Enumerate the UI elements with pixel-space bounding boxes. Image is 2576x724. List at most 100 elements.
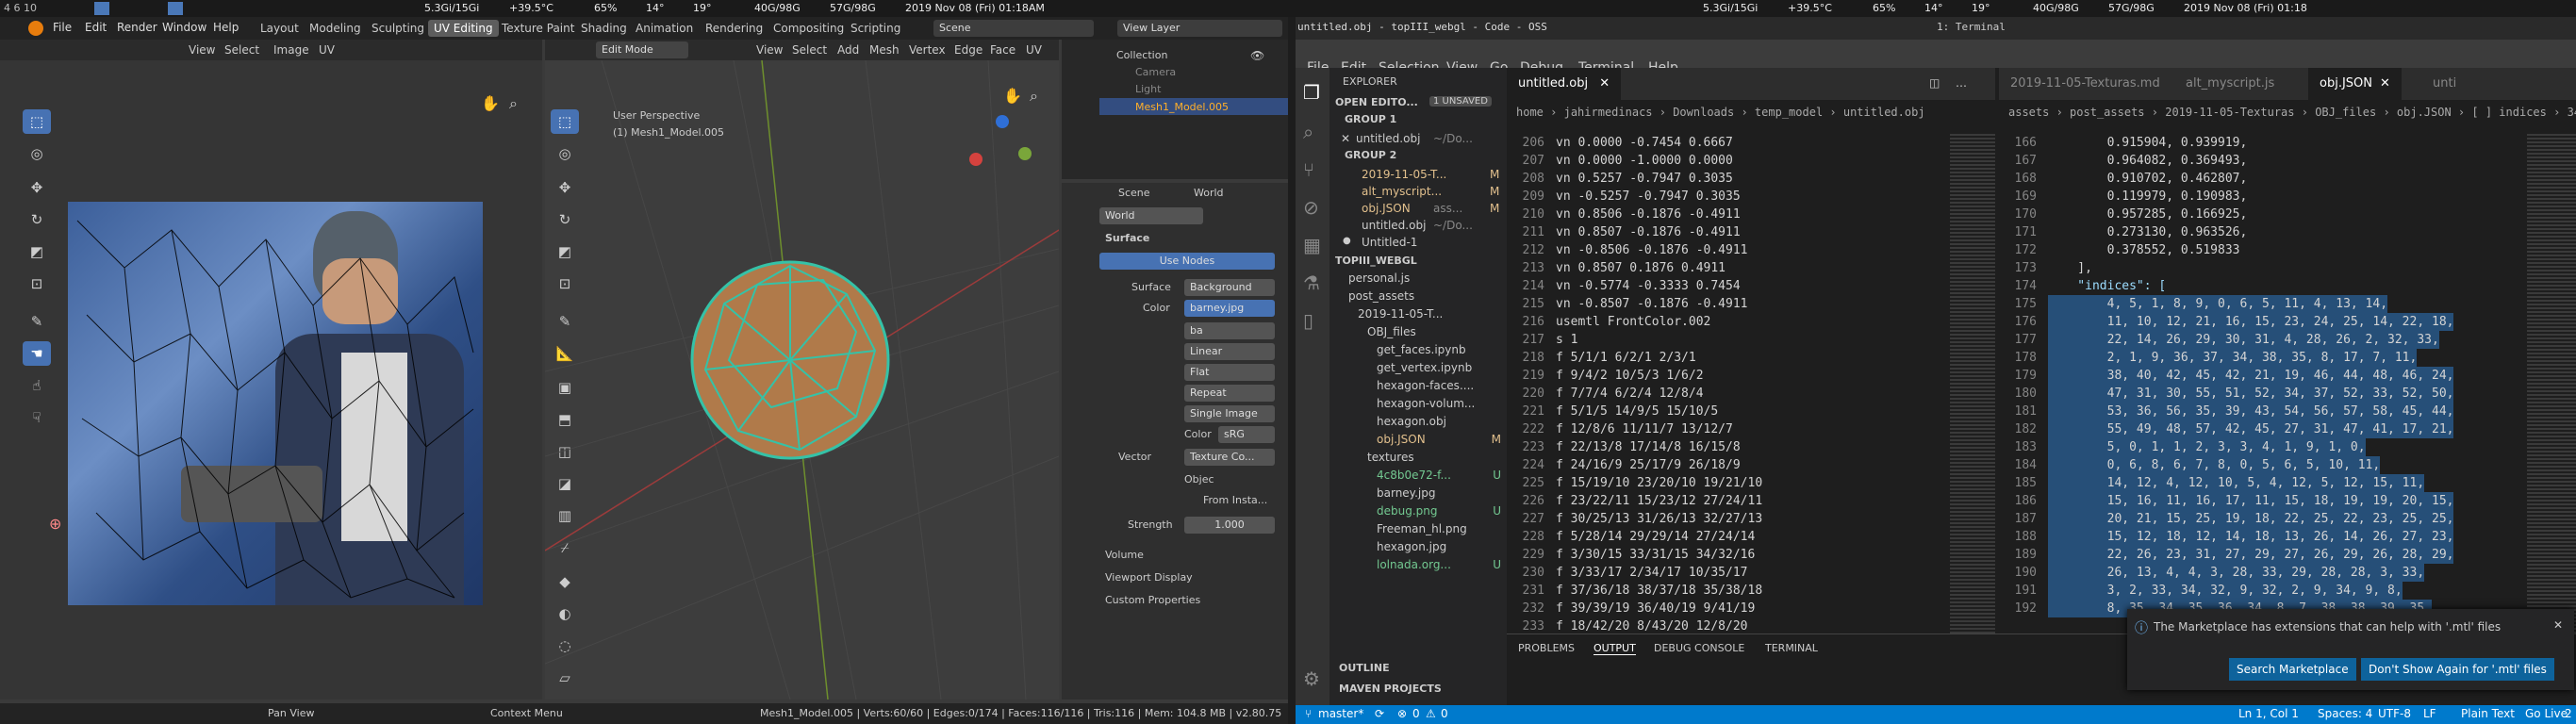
minimap-left[interactable] (1950, 134, 1995, 634)
code-line[interactable]: "indices": [ (2048, 277, 2166, 295)
file-tree-item[interactable]: post_assets (1348, 289, 1507, 303)
viewport-menu-edge[interactable]: Edge (954, 43, 983, 57)
file-tree-item[interactable]: obj.JSON M (1377, 433, 1507, 446)
tab-sculpting[interactable]: Sculpting (366, 20, 430, 37)
viewport-display-panel-header[interactable]: Viewport Display (1105, 571, 1193, 584)
sync-icon[interactable]: ⟳ (1375, 707, 1384, 720)
tab-texture-paint[interactable]: Texture Paint (496, 20, 580, 37)
2d-cursor-icon[interactable]: ⊕ (49, 515, 61, 533)
warning-icon[interactable]: ⚠ (1426, 707, 1436, 720)
pinch-tool-icon[interactable]: ☝ (23, 373, 51, 398)
outliner-item-light[interactable]: Light (1135, 83, 1161, 95)
code-line[interactable]: 0.915904, 0.939919, (2048, 134, 2248, 152)
git-branch[interactable]: master* (1318, 707, 1363, 720)
code-line[interactable]: f 23/22/11 15/23/12 27/24/11 (1556, 492, 1762, 510)
file-tree-item[interactable]: 2019-11-05-T... (1358, 307, 1507, 321)
source-control-icon[interactable]: ⑂ (1303, 158, 1314, 181)
mode-selector[interactable]: Edit Mode (596, 41, 688, 58)
code-line[interactable]: f 24/16/9 25/17/9 26/18/9 (1556, 456, 1741, 474)
move-tool-icon[interactable]: ✥ (23, 175, 51, 200)
custom-properties-panel-header[interactable]: Custom Properties (1105, 594, 1200, 606)
code-line[interactable]: vn 0.8507 0.1876 0.4911 (1556, 259, 1726, 277)
test-flask-icon[interactable]: ⚗ (1303, 272, 1320, 294)
code-line[interactable]: 22, 26, 23, 31, 27, 29, 27, 26, 29, 26, … (2048, 546, 2454, 564)
code-line[interactable]: f 7/7/4 6/2/4 12/8/4 (1556, 385, 1704, 403)
panel-tab-terminal[interactable]: TERMINAL (1765, 642, 1818, 654)
code-line[interactable]: 4, 5, 1, 8, 9, 0, 6, 5, 11, 4, 13, 14, (2048, 295, 2388, 313)
notification-bell-count[interactable]: 2 (2565, 707, 2572, 720)
outliner[interactable]: Collection Camera Light Mesh1_Model.005 … (1062, 40, 1288, 179)
outliner-item-camera[interactable]: Camera (1135, 66, 1176, 78)
outliner-selected-row[interactable]: Mesh1_Model.005 (1099, 98, 1288, 115)
more-actions-icon[interactable]: … (1956, 76, 1967, 90)
code-line[interactable]: vn 0.0000 -1.0000 0.0000 (1556, 152, 1733, 170)
interpolation-selector[interactable]: Linear (1184, 343, 1275, 360)
source-selector[interactable]: Single Image (1184, 405, 1275, 422)
open-editor-item[interactable]: obj.JSON (1362, 202, 1411, 215)
code-line[interactable]: 26, 13, 4, 4, 3, 28, 33, 29, 28, 28, 3, … (2048, 564, 2425, 582)
code-line[interactable]: 11, 10, 12, 21, 16, 15, 23, 24, 25, 14, … (2048, 313, 2454, 331)
breadcrumb-item[interactable]: [ ] indices (2471, 106, 2546, 119)
uv-menu-select[interactable]: Select (224, 43, 259, 57)
rotate-tool-icon[interactable]: ↻ (23, 207, 51, 232)
viewport-menu-vertex[interactable]: Vertex (909, 43, 946, 57)
vector-input-selector[interactable]: Texture Co... (1184, 449, 1275, 466)
breadcrumb-item[interactable]: 2019-11-05-Texturas (2165, 106, 2294, 119)
tab-animation[interactable]: Animation (630, 20, 699, 37)
cursor-position[interactable]: Ln 1, Col 1 (2238, 707, 2299, 720)
code-line[interactable]: 22, 14, 26, 29, 30, 31, 4, 28, 26, 2, 32… (2048, 331, 2439, 349)
open-editor-item[interactable]: untitled.obj (1356, 132, 1420, 145)
menu-help[interactable]: Help (213, 21, 239, 34)
search-marketplace-button[interactable]: Search Marketplace (2229, 658, 2356, 681)
code-line[interactable]: f 3/33/17 2/34/17 10/35/17 (1556, 564, 1748, 582)
viewport-menu-select[interactable]: Select (792, 43, 827, 57)
project-header[interactable]: TOPIII_WEBGL (1335, 255, 1417, 267)
transform-tool-icon[interactable]: ⊡ (23, 272, 51, 296)
menu-window[interactable]: Window (162, 21, 206, 34)
code-line[interactable]: f 15/19/10 23/20/10 19/21/10 (1556, 474, 1762, 492)
remote-icon[interactable]: ▯ (1303, 309, 1313, 332)
menu-file[interactable]: File (53, 21, 72, 34)
code-line[interactable]: 15, 12, 18, 12, 14, 18, 13, 26, 14, 26, … (2048, 528, 2454, 546)
indentation[interactable]: Spaces: 4 (2318, 707, 2372, 720)
tab-layout[interactable]: Layout (255, 20, 305, 37)
close-icon[interactable]: ✕ (1341, 132, 1350, 145)
view-layer-selector[interactable]: View Layer (1117, 20, 1282, 37)
code-line[interactable]: vn 0.8507 -0.1876 -0.4911 (1556, 223, 1741, 241)
strength-field[interactable]: 1.000 (1184, 517, 1275, 534)
code-line[interactable]: 3, 2, 33, 34, 32, 9, 32, 2, 9, 34, 9, 8, (2048, 582, 2403, 600)
code-line[interactable]: f 3/30/15 33/31/15 34/32/16 (1556, 546, 1755, 564)
breadcrumb-item[interactable]: untitled.obj (1843, 106, 1925, 119)
uv-menu-view[interactable]: View (189, 43, 215, 57)
file-tree-item[interactable]: get_faces.ipynb (1377, 343, 1507, 356)
properties-editor[interactable]: Scene World World Surface Use Nodes Surf… (1062, 183, 1288, 699)
open-editor-item[interactable]: untitled.obj (1362, 219, 1426, 232)
code-line[interactable]: s 1 (1556, 331, 1577, 349)
code-line[interactable]: 0.957285, 0.166925, (2048, 206, 2248, 223)
file-tree-item[interactable]: barney.jpg (1377, 486, 1507, 500)
breadcrumb-item[interactable]: OBJ_files (2315, 106, 2376, 119)
open-editor-item[interactable]: alt_myscript... (1362, 185, 1442, 198)
file-tree-item[interactable]: hexagon-volum... (1377, 397, 1507, 410)
editor-left[interactable]: untitled.obj ✕ ◫ … home › jahirmedinacs … (1507, 68, 1995, 634)
visibility-eye-icon[interactable]: 👁 (1250, 49, 1264, 62)
code-line[interactable]: 0.119979, 0.190983, (2048, 188, 2248, 206)
volume-panel-header[interactable]: Volume (1105, 549, 1144, 561)
panel-tab-debug-console[interactable]: DEBUG CONSOLE (1654, 642, 1744, 654)
code-line[interactable]: 0.910702, 0.462807, (2048, 170, 2248, 188)
viewport-menu-uv[interactable]: UV (1026, 43, 1042, 57)
code-line[interactable]: f 12/8/6 11/11/7 13/12/7 (1556, 420, 1733, 438)
z-axis-handle[interactable] (996, 115, 1009, 128)
world-selector[interactable]: World (1099, 207, 1203, 224)
tab-alt-myscript[interactable]: alt_myscript.js (2174, 68, 2286, 100)
language-mode[interactable]: Plain Text (2461, 707, 2515, 720)
open-editor-item[interactable]: 2019-11-05-T... (1362, 168, 1446, 181)
file-tree-item[interactable]: hexagon.jpg (1377, 540, 1507, 553)
code-line[interactable]: vn -0.5774 -0.3333 0.7454 (1556, 277, 1741, 295)
error-count[interactable]: 0 (1412, 707, 1420, 720)
breadcrumb-item[interactable]: temp_model (1755, 106, 1823, 119)
pan-hand-icon[interactable]: ✋ (1003, 87, 1022, 105)
viewport-menu-face[interactable]: Face (990, 43, 1016, 57)
code-line[interactable]: 5, 0, 1, 1, 2, 3, 3, 4, 1, 9, 1, 0, (2048, 438, 2366, 456)
split-editor-icon[interactable]: ◫ (1929, 76, 1940, 90)
